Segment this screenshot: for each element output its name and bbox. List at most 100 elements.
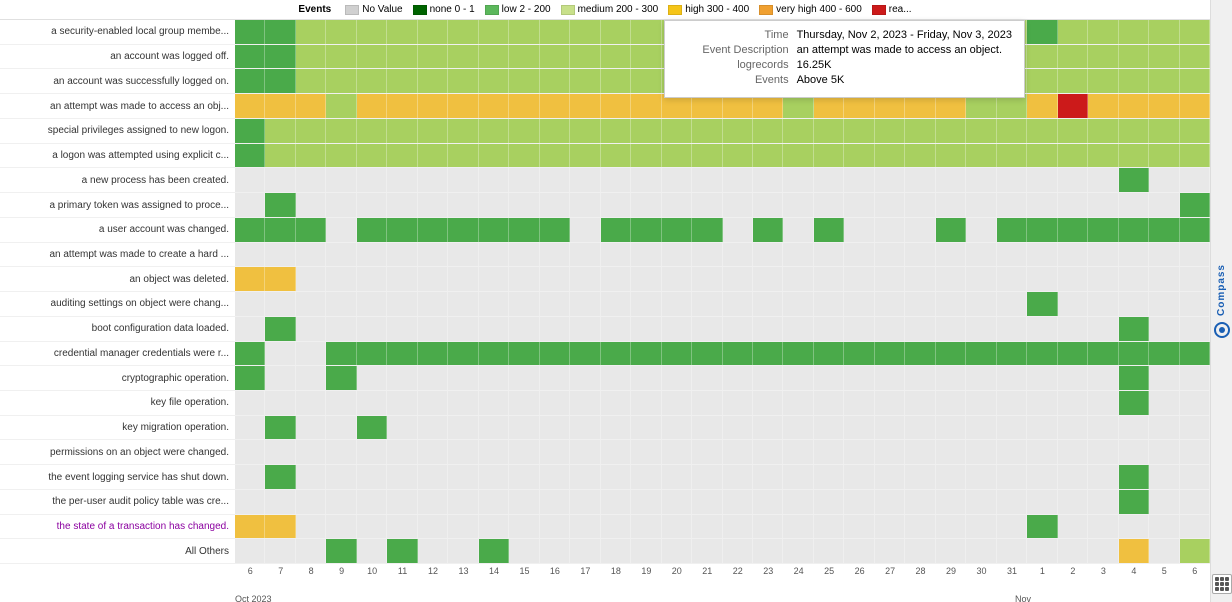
heatmap-cell[interactable] (235, 168, 265, 192)
heatmap-cell[interactable] (265, 515, 295, 539)
heatmap-cell[interactable] (875, 119, 905, 143)
heatmap-cell[interactable] (905, 193, 935, 217)
heatmap-cell[interactable] (601, 515, 631, 539)
heatmap-cell[interactable] (1180, 416, 1210, 440)
heatmap-cell[interactable] (723, 490, 753, 514)
heatmap-cell[interactable] (875, 539, 905, 563)
heatmap-cell[interactable] (1058, 119, 1088, 143)
heatmap-cell[interactable] (783, 391, 813, 415)
heatmap-cell[interactable] (509, 342, 539, 366)
heatmap-cell[interactable] (357, 490, 387, 514)
heatmap-cell[interactable] (448, 416, 478, 440)
heatmap-cell[interactable] (1027, 440, 1057, 464)
heatmap-cell[interactable] (905, 267, 935, 291)
heatmap-cell[interactable] (235, 144, 265, 168)
heatmap-cell[interactable] (783, 243, 813, 267)
heatmap-cell[interactable] (1119, 416, 1149, 440)
heatmap-cell[interactable] (357, 218, 387, 242)
heatmap-cell[interactable] (1180, 69, 1210, 93)
heatmap-cell[interactable] (753, 391, 783, 415)
heatmap-cell[interactable] (1180, 292, 1210, 316)
heatmap-cell[interactable] (387, 490, 417, 514)
heatmap-cell[interactable] (265, 45, 295, 69)
heatmap-cell[interactable] (692, 193, 722, 217)
heatmap-cell[interactable] (1027, 416, 1057, 440)
heatmap-cell[interactable] (692, 515, 722, 539)
heatmap-cell[interactable] (966, 342, 996, 366)
heatmap-cell[interactable] (662, 515, 692, 539)
heatmap-cell[interactable] (783, 218, 813, 242)
heatmap-cell[interactable] (296, 490, 326, 514)
heatmap-cell[interactable] (509, 168, 539, 192)
heatmap-cell[interactable] (387, 515, 417, 539)
heatmap-cell[interactable] (631, 317, 661, 341)
heatmap-cell[interactable] (1058, 45, 1088, 69)
heatmap-cell[interactable] (692, 267, 722, 291)
heatmap-cell[interactable] (570, 94, 600, 118)
heatmap-cell[interactable] (966, 440, 996, 464)
heatmap-cell[interactable] (692, 119, 722, 143)
heatmap-cell[interactable] (966, 119, 996, 143)
heatmap-cell[interactable] (509, 515, 539, 539)
compass-circle-icon[interactable] (1214, 322, 1230, 338)
heatmap-cell[interactable] (1119, 69, 1149, 93)
heatmap-cell[interactable] (326, 539, 356, 563)
heatmap-cell[interactable] (357, 193, 387, 217)
heatmap-cell[interactable] (723, 144, 753, 168)
heatmap-cell[interactable] (997, 342, 1027, 366)
heatmap-cell[interactable] (235, 45, 265, 69)
heatmap-cell[interactable] (783, 317, 813, 341)
heatmap-cell[interactable] (1119, 243, 1149, 267)
heatmap-cell[interactable] (509, 243, 539, 267)
heatmap-cell[interactable] (662, 366, 692, 390)
heatmap-cell[interactable] (997, 218, 1027, 242)
heatmap-cell[interactable] (509, 144, 539, 168)
heatmap-cell[interactable] (509, 20, 539, 44)
heatmap-cell[interactable] (936, 490, 966, 514)
heatmap-cell[interactable] (265, 243, 295, 267)
heatmap-cell[interactable] (1180, 45, 1210, 69)
heatmap-cell[interactable] (1180, 539, 1210, 563)
heatmap-cell[interactable] (509, 267, 539, 291)
heatmap-cell[interactable] (296, 69, 326, 93)
heatmap-cell[interactable] (723, 515, 753, 539)
heatmap-cell[interactable] (296, 539, 326, 563)
heatmap-cell[interactable] (601, 94, 631, 118)
heatmap-cell[interactable] (570, 465, 600, 489)
heatmap-cell[interactable] (387, 45, 417, 69)
heatmap-cell[interactable] (570, 342, 600, 366)
heatmap-cell[interactable] (509, 317, 539, 341)
heatmap-cell[interactable] (1058, 416, 1088, 440)
heatmap-cell[interactable] (235, 366, 265, 390)
heatmap-cell[interactable] (723, 168, 753, 192)
heatmap-cell[interactable] (601, 20, 631, 44)
heatmap-cell[interactable] (1180, 490, 1210, 514)
heatmap-cell[interactable] (631, 243, 661, 267)
heatmap-cell[interactable] (570, 317, 600, 341)
heatmap-cell[interactable] (601, 193, 631, 217)
heatmap-cell[interactable] (875, 391, 905, 415)
heatmap-cell[interactable] (1088, 45, 1118, 69)
heatmap-cell[interactable] (1058, 193, 1088, 217)
heatmap-cell[interactable] (326, 465, 356, 489)
heatmap-cell[interactable] (570, 45, 600, 69)
heatmap-cell[interactable] (631, 490, 661, 514)
heatmap-cell[interactable] (692, 292, 722, 316)
heatmap-cell[interactable] (235, 515, 265, 539)
heatmap-cell[interactable] (723, 342, 753, 366)
heatmap-cell[interactable] (844, 144, 874, 168)
heatmap-cell[interactable] (662, 416, 692, 440)
heatmap-cell[interactable] (448, 366, 478, 390)
heatmap-cell[interactable] (783, 416, 813, 440)
heatmap-cell[interactable] (905, 342, 935, 366)
heatmap-cell[interactable] (753, 342, 783, 366)
heatmap-cell[interactable] (418, 69, 448, 93)
heatmap-cell[interactable] (357, 168, 387, 192)
heatmap-cell[interactable] (1149, 440, 1179, 464)
heatmap-cell[interactable] (1119, 539, 1149, 563)
heatmap-cell[interactable] (1058, 243, 1088, 267)
heatmap-cell[interactable] (418, 94, 448, 118)
heatmap-cell[interactable] (1058, 490, 1088, 514)
heatmap-cell[interactable] (1119, 490, 1149, 514)
heatmap-cell[interactable] (357, 267, 387, 291)
